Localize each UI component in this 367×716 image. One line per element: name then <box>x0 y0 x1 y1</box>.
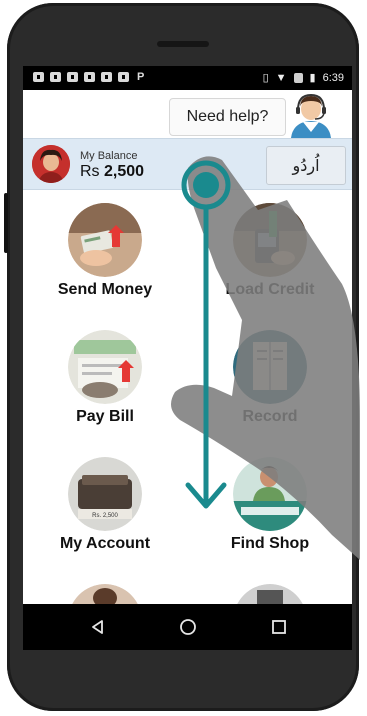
status-time: 6:39 <box>322 71 344 84</box>
status-bar: P ▯ ▼ ▮ 6:39 <box>23 66 352 90</box>
balance-bar: My Balance Rs 2,500 اُردُو <box>23 138 352 190</box>
load-credit-icon <box>233 203 307 277</box>
status-notification-icons: P <box>33 71 145 83</box>
send-money-icon <box>68 203 142 277</box>
record-tile[interactable]: Record <box>188 316 352 443</box>
vibrate-icon: ▯ <box>262 72 269 84</box>
need-help-button[interactable]: Need help? <box>169 98 286 136</box>
menu-grid: Send Money Load Credit Pay Bill Record R… <box>23 189 352 646</box>
pay-bill-label: Pay Bill <box>76 408 134 425</box>
user-avatar[interactable] <box>32 145 70 183</box>
pay-bill-icon <box>68 330 142 404</box>
home-icon <box>180 619 196 635</box>
load-credit-tile[interactable]: Load Credit <box>188 189 352 316</box>
record-icon <box>233 330 307 404</box>
send-money-tile[interactable]: Send Money <box>23 189 187 316</box>
notification-icon <box>67 72 78 82</box>
back-icon <box>92 620 103 634</box>
pay-bill-tile[interactable]: Pay Bill <box>23 316 187 443</box>
balance-value: Rs 2,500 <box>80 163 144 181</box>
svg-text:Rs. 2,500: Rs. 2,500 <box>92 513 118 519</box>
record-label: Record <box>242 408 298 425</box>
my-account-tile[interactable]: Rs. 2,500 My Account <box>23 443 187 570</box>
balance-label: My Balance <box>80 150 138 162</box>
speaker-grille <box>157 41 209 47</box>
notification-icon <box>84 72 95 82</box>
wifi-icon: ▼ <box>275 71 287 84</box>
signal-icon <box>293 72 303 83</box>
battery-icon: ▮ <box>309 72 316 84</box>
notification-icon <box>101 72 112 82</box>
notification-icon <box>33 72 44 82</box>
paypal-icon: P <box>137 71 145 83</box>
notification-icon <box>50 72 61 82</box>
status-system-icons: ▯ ▼ ▮ 6:39 <box>262 71 344 85</box>
find-shop-label: Find Shop <box>230 535 310 552</box>
balance-amount: 2,500 <box>104 163 145 180</box>
language-urdu-button[interactable]: اُردُو <box>266 146 346 185</box>
back-button[interactable] <box>68 604 128 650</box>
navigation-bar <box>23 604 352 650</box>
side-button <box>4 193 8 253</box>
wallet-icon: Rs. 2,500 <box>68 457 142 531</box>
my-account-label: My Account <box>59 535 151 552</box>
find-shop-tile[interactable]: Find Shop <box>188 443 352 570</box>
help-bar: Need help? <box>23 90 352 138</box>
load-credit-label: Load Credit <box>225 281 315 298</box>
find-shop-icon <box>233 457 307 531</box>
recents-button[interactable] <box>249 604 309 650</box>
recents-icon <box>272 620 286 634</box>
notification-icon <box>118 72 129 82</box>
send-money-label: Send Money <box>57 281 153 298</box>
home-button[interactable] <box>158 604 218 650</box>
balance-currency: Rs <box>80 163 100 180</box>
support-agent-icon[interactable] <box>285 92 337 138</box>
app-screen: P ▯ ▼ ▮ 6:39 Need help? My Balance Rs 2,… <box>23 66 352 646</box>
